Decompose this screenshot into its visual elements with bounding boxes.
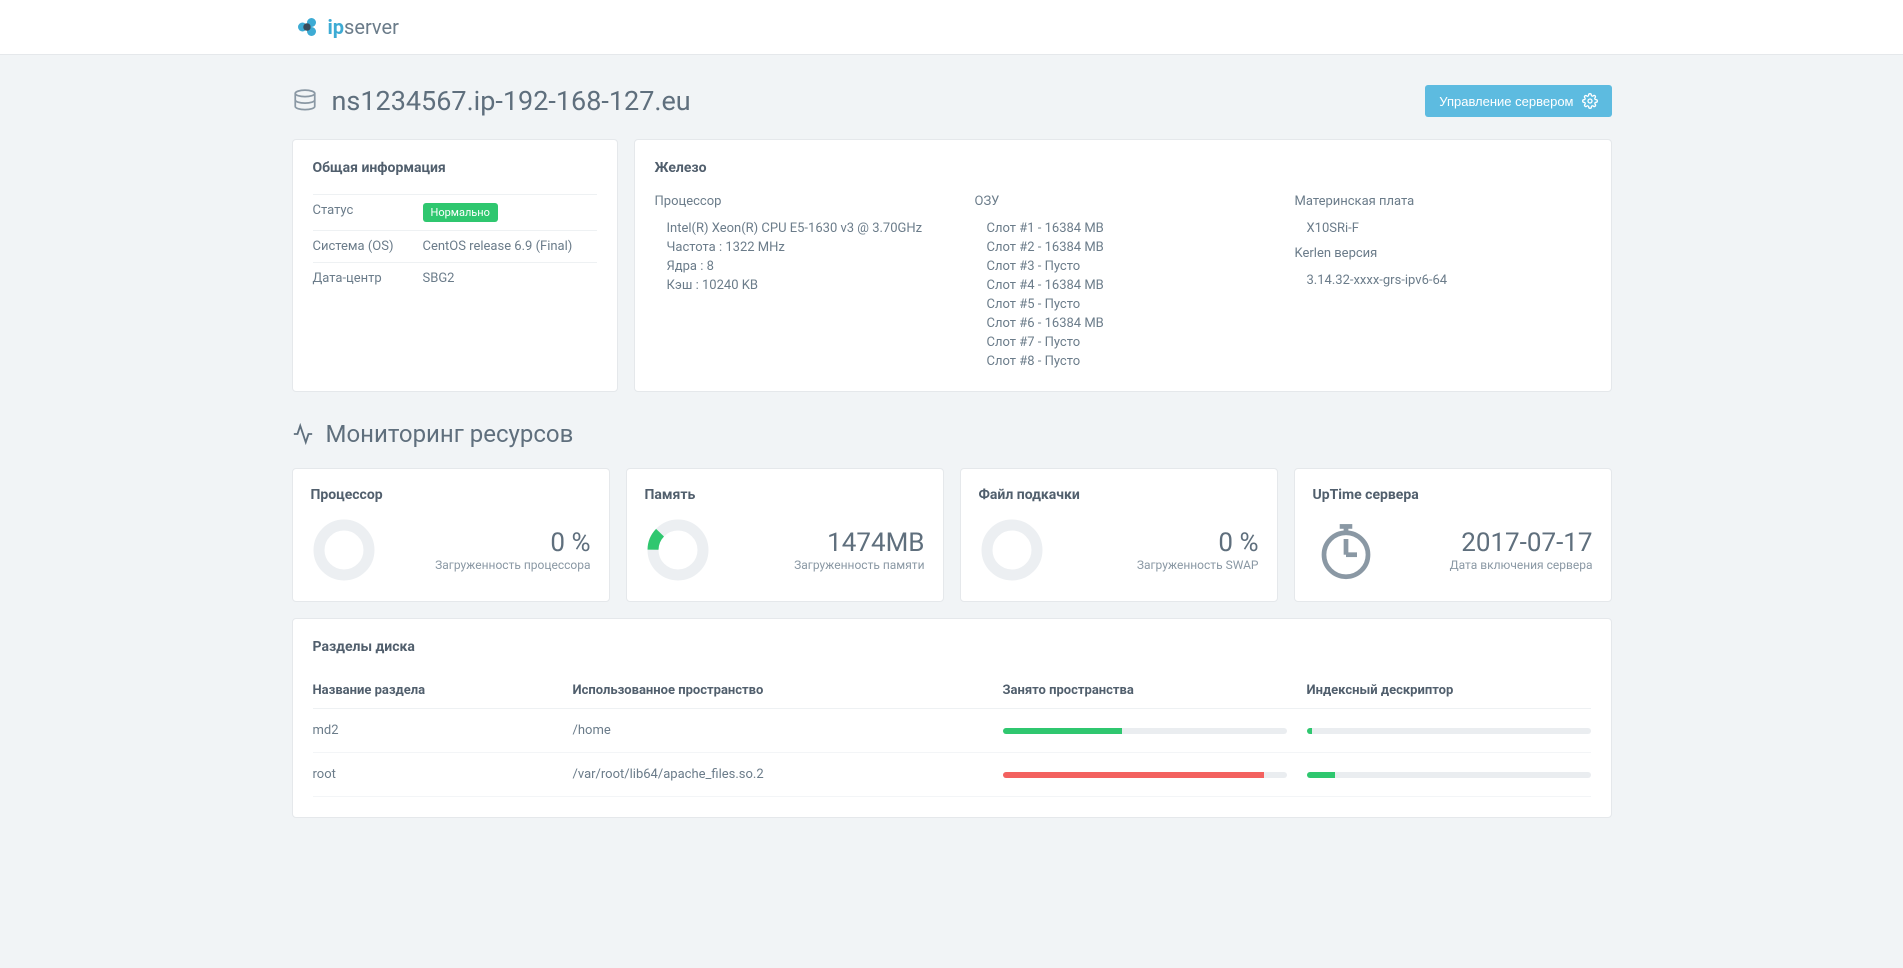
os-value: CentOS release 6.9 (Final): [423, 239, 573, 254]
cpu-gauge: [311, 517, 377, 583]
table-row: root/var/root/lib64/apache_files.so.2: [313, 753, 1591, 797]
manage-server-label: Управление сервером: [1439, 94, 1573, 109]
os-label: Система (OS): [313, 239, 423, 254]
logo-icon: [292, 12, 322, 42]
ram-slot: Слот #1 - 16384 MB: [975, 219, 1271, 238]
disk-col-inode: Индексный дескриптор: [1307, 683, 1591, 698]
disk-col-name: Название раздела: [313, 683, 573, 698]
ram-slot: Слот #3 - Пусто: [975, 257, 1271, 276]
cpu-gauge-label: Загруженность процессора: [435, 558, 590, 572]
ram-heading: ОЗУ: [975, 194, 1271, 209]
dc-label: Дата-центр: [313, 271, 423, 286]
cpu-heading: Процессор: [655, 194, 951, 209]
disk-inode-bar: [1307, 728, 1591, 734]
brand-logo[interactable]: ipserver: [292, 12, 1612, 42]
disk-col-used: Использованное пространство: [573, 683, 1003, 698]
disk-title: Разделы диска: [313, 639, 1591, 655]
disk-col-space: Занято пространства: [1003, 683, 1307, 698]
top-bar: ipserver: [0, 0, 1903, 55]
swap-gauge-card: Файл подкачки 0 % Загруженность SWAP: [960, 468, 1278, 602]
kernel-heading: Kerlen версия: [1295, 246, 1591, 261]
brand-server: server: [344, 15, 399, 39]
kernel-version: 3.14.32-xxxx-grs-ipv6-64: [1295, 271, 1591, 290]
database-icon: [292, 88, 318, 114]
monitoring-title: Мониторинг ресурсов: [326, 420, 574, 448]
status-badge: Нормально: [423, 203, 498, 222]
disk-name: root: [313, 767, 573, 782]
mem-gauge-title: Память: [645, 487, 925, 503]
brand-ip: ip: [328, 15, 345, 39]
ram-slot: Слот #7 - Пусто: [975, 333, 1271, 352]
mb-heading: Материнская плата: [1295, 194, 1591, 209]
mb-model: X10SRi-F: [1295, 219, 1591, 238]
disk-space-bar: [1003, 728, 1307, 734]
ram-slot: Слот #6 - 16384 MB: [975, 314, 1271, 333]
uptime-card: UpTime сервера 2017-07-17 Дата включения…: [1294, 468, 1612, 602]
mem-gauge-label: Загруженность памяти: [794, 558, 924, 572]
hw-title: Железо: [655, 160, 1591, 176]
cpu-freq: Частота : 1322 MHz: [655, 238, 951, 257]
status-label: Статус: [313, 203, 423, 222]
uptime-value: 2017-07-17: [1450, 528, 1593, 558]
hostname: ns1234567.ip-192-168-127.eu: [332, 85, 691, 117]
stopwatch-icon: [1313, 517, 1379, 583]
info-card: Общая информация Статус Нормально Систем…: [292, 139, 618, 392]
ram-slot: Слот #5 - Пусто: [975, 295, 1271, 314]
cpu-model: Intel(R) Xeon(R) CPU E5-1630 v3 @ 3.70GH…: [655, 219, 951, 238]
cpu-cores: Ядра : 8: [655, 257, 951, 276]
activity-icon: [292, 423, 314, 445]
disk-path: /home: [573, 723, 1003, 738]
swap-gauge-label: Загруженность SWAP: [1137, 558, 1259, 572]
mem-gauge-value: 1474MB: [794, 528, 924, 558]
hardware-card: Железо Процессор Intel(R) Xeon(R) CPU E5…: [634, 139, 1612, 392]
ram-slot: Слот #2 - 16384 MB: [975, 238, 1271, 257]
disk-card: Разделы диска Название раздела Использов…: [292, 618, 1612, 818]
disk-space-bar: [1003, 772, 1307, 778]
gear-icon: [1582, 93, 1598, 109]
cpu-cache: Кэш : 10240 KB: [655, 276, 951, 295]
uptime-label: Дата включения сервера: [1450, 558, 1593, 572]
swap-gauge-value: 0 %: [1137, 528, 1259, 558]
cpu-gauge-title: Процессор: [311, 487, 591, 503]
manage-server-button[interactable]: Управление сервером: [1425, 85, 1611, 117]
swap-gauge-title: Файл подкачки: [979, 487, 1259, 503]
cpu-gauge-value: 0 %: [435, 528, 590, 558]
ram-slot: Слот #4 - 16384 MB: [975, 276, 1271, 295]
info-title: Общая информация: [313, 160, 597, 176]
page-header: ns1234567.ip-192-168-127.eu Управление с…: [292, 85, 1612, 117]
ram-slot: Слот #8 - Пусто: [975, 352, 1271, 371]
disk-name: md2: [313, 723, 573, 738]
mem-gauge: [645, 517, 711, 583]
uptime-title-2: сервера: [1362, 487, 1419, 503]
uptime-title-1: UpTime: [1313, 487, 1362, 503]
cpu-gauge-card: Процессор 0 % Загруженность процессора: [292, 468, 610, 602]
mem-gauge-card: Память 1474MB Загруженность памяти: [626, 468, 944, 602]
disk-inode-bar: [1307, 772, 1591, 778]
dc-value: SBG2: [423, 271, 455, 286]
table-row: md2/home: [313, 709, 1591, 753]
disk-path: /var/root/lib64/apache_files.so.2: [573, 767, 1003, 782]
swap-gauge: [979, 517, 1045, 583]
